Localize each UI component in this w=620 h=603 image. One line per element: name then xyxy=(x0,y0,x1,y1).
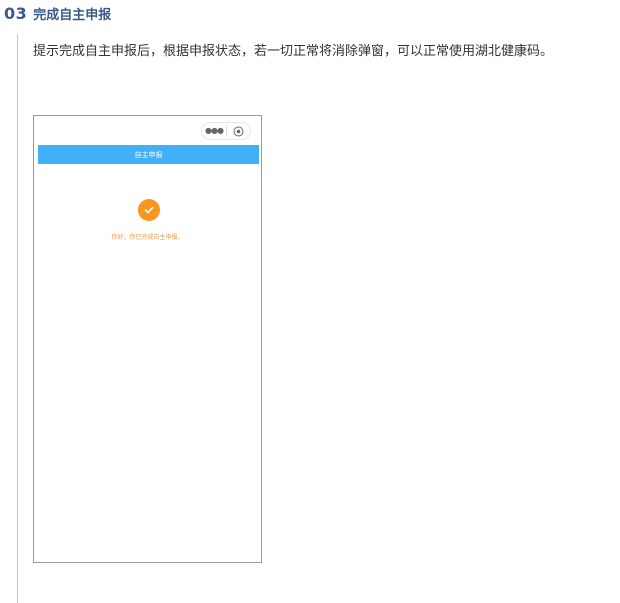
section-header: 03 完成自主申报 xyxy=(4,0,111,26)
status-message: 你好，你已完成自主申报。 xyxy=(111,234,184,241)
mini-program-capsule: ●●● xyxy=(201,122,251,140)
more-dots-icon[interactable]: ●●● xyxy=(202,123,226,139)
circle-close-icon[interactable] xyxy=(227,126,250,137)
section-number: 03 xyxy=(4,3,28,23)
phone-screenshot: ●●● 自主申报 你好，你已完成自主申报。 xyxy=(33,115,262,563)
nav-title: 自主申报 xyxy=(134,150,163,159)
section-title: 完成自主申报 xyxy=(33,7,112,23)
nav-bar: 自主申报 xyxy=(38,145,259,164)
intro-paragraph: 提示完成自主申报后，根据申报状态，若一切正常将消除弹窗，可以正常使用湖北健康码。 xyxy=(33,44,554,59)
left-divider xyxy=(17,34,18,603)
checkmark-icon xyxy=(138,199,160,221)
